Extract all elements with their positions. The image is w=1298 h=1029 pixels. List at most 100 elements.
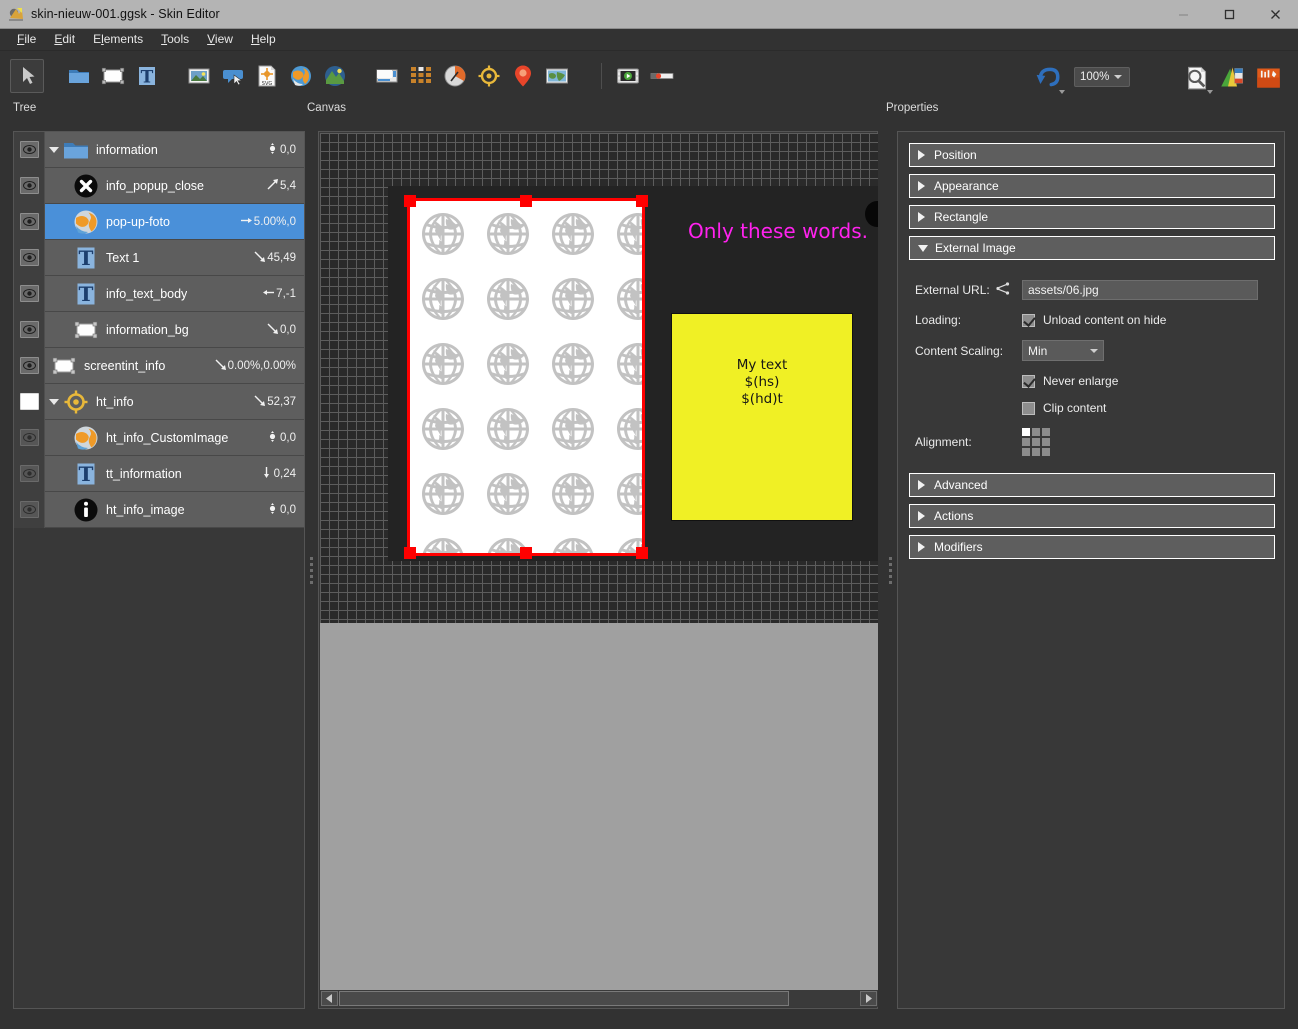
- visibility-toggle-cell[interactable]: [14, 455, 45, 492]
- menu-elements[interactable]: Elements: [84, 29, 152, 50]
- toolbox-button[interactable]: [1250, 59, 1286, 95]
- alignment-cell-top-right[interactable]: [1042, 428, 1050, 436]
- tree-row-information-bg[interactable]: information_bg 0,0: [14, 311, 304, 348]
- unload-content-checkbox-row[interactable]: Unload content on hide: [1022, 313, 1166, 327]
- visibility-toggle-cell[interactable]: [14, 131, 45, 168]
- visibility-toggle-cell[interactable]: [14, 419, 45, 456]
- content-scaling-select[interactable]: Min: [1022, 340, 1104, 361]
- canvas-viewport[interactable]: Only these words. My text $(hs) $(hd)t: [320, 133, 878, 991]
- section-advanced[interactable]: Advanced: [909, 473, 1275, 497]
- eye-icon[interactable]: [19, 249, 39, 266]
- select-tool[interactable]: [10, 59, 44, 93]
- eye-icon[interactable]: [19, 501, 39, 518]
- preview-dropdown-caret[interactable]: [1207, 90, 1213, 94]
- scrollbar-track[interactable]: [339, 991, 859, 1006]
- alignment-cell-bottom-center[interactable]: [1032, 448, 1040, 456]
- tree-row-text-1[interactable]: T Text 1 45,49: [14, 239, 304, 276]
- visibility-toggle-cell[interactable]: [14, 239, 45, 276]
- add-tooltip-icon[interactable]: [216, 59, 250, 93]
- external-url-input[interactable]: [1022, 280, 1258, 300]
- add-svg-icon[interactable]: SVG: [250, 59, 284, 93]
- alignment-cell-middle-center[interactable]: [1032, 438, 1040, 446]
- alignment-cell-top-left[interactable]: [1022, 428, 1030, 436]
- undo-dropdown-caret[interactable]: [1059, 90, 1065, 94]
- add-container-icon[interactable]: [62, 59, 96, 93]
- visibility-toggle-cell[interactable]: [14, 347, 45, 384]
- tree-row-information[interactable]: information 0,0: [14, 131, 304, 168]
- tree-row-ht-info-image[interactable]: ht_info_image 0,0: [14, 491, 304, 528]
- tree-row-pop-up-foto[interactable]: pop-up-foto 5.00%,0: [14, 203, 304, 240]
- resize-handle-sw[interactable]: [404, 547, 416, 559]
- add-external-image-icon[interactable]: [284, 59, 318, 93]
- preview-button[interactable]: [1178, 59, 1214, 95]
- canvas-horizontal-scrollbar[interactable]: [320, 990, 878, 1007]
- tree-row-info-text-body[interactable]: Tinfo_text_body 7,-1: [14, 275, 304, 312]
- visibility-toggle-cell[interactable]: [14, 203, 45, 240]
- visibility-toggle-cell[interactable]: [14, 311, 45, 348]
- eye-icon[interactable]: [19, 285, 39, 302]
- clip-content-checkbox-row[interactable]: Clip content: [1022, 401, 1106, 415]
- eye-icon[interactable]: [19, 213, 39, 230]
- add-marker-icon[interactable]: [506, 59, 540, 93]
- scroll-right-button[interactable]: [860, 991, 877, 1006]
- scroll-left-button[interactable]: [321, 991, 338, 1006]
- alignment-cell-bottom-right[interactable]: [1042, 448, 1050, 456]
- add-world-map-icon[interactable]: [540, 59, 574, 93]
- menu-edit[interactable]: Edit: [45, 29, 84, 50]
- visibility-toggle-cell[interactable]: [14, 383, 45, 420]
- zoom-level-combobox[interactable]: 100%: [1074, 67, 1130, 87]
- section-rectangle[interactable]: Rectangle: [909, 205, 1275, 229]
- resize-handle-nw[interactable]: [404, 195, 416, 207]
- disclosure-triangle-icon[interactable]: [45, 132, 63, 168]
- add-hotspot-icon[interactable]: [472, 59, 506, 93]
- link-expression-icon[interactable]: [996, 282, 1010, 298]
- minimize-button[interactable]: [1160, 0, 1206, 29]
- section-modifiers[interactable]: Modifiers: [909, 535, 1275, 559]
- eye-icon[interactable]: [19, 321, 39, 338]
- alignment-cell-middle-right[interactable]: [1042, 438, 1050, 446]
- eye-icon[interactable]: [19, 357, 39, 374]
- add-thumbnail-grid-icon[interactable]: [404, 59, 438, 93]
- clip-content-checkbox[interactable]: [1022, 401, 1035, 415]
- section-position[interactable]: Position: [909, 143, 1275, 167]
- pop-up-foto-element[interactable]: [404, 195, 648, 559]
- section-external-image[interactable]: External Image: [909, 236, 1275, 260]
- menu-view[interactable]: View: [198, 29, 242, 50]
- tree-row-ht-info[interactable]: ht_info 52,37: [14, 383, 304, 420]
- section-actions[interactable]: Actions: [909, 504, 1275, 528]
- tree-row-screentint-info[interactable]: screentint_info 0.00%,0.00%: [14, 347, 304, 384]
- eye-icon[interactable]: [19, 393, 39, 410]
- add-loading-bar-icon[interactable]: [370, 59, 404, 93]
- alignment-picker[interactable]: [1022, 428, 1050, 456]
- tree-row-info-popup-close[interactable]: info_popup_close 5,4: [14, 167, 304, 204]
- resize-handle-s[interactable]: [520, 547, 532, 559]
- add-compass-icon[interactable]: [438, 59, 472, 93]
- info-text-body-element[interactable]: Only these words.: [688, 219, 868, 243]
- alignment-cell-middle-left[interactable]: [1022, 438, 1030, 446]
- tree-row-tt-information[interactable]: Ttt_information 0,24: [14, 455, 304, 492]
- alignment-cell-bottom-left[interactable]: [1022, 448, 1030, 456]
- tree-row-ht-info-customimage[interactable]: ht_info_CustomImage 0,0: [14, 419, 304, 456]
- eye-icon[interactable]: [19, 429, 39, 446]
- close-button[interactable]: [1252, 0, 1298, 29]
- menu-help[interactable]: Help: [242, 29, 285, 50]
- alignment-cell-top-center[interactable]: [1032, 428, 1040, 436]
- eye-icon[interactable]: [19, 177, 39, 194]
- resize-handle-se[interactable]: [636, 547, 648, 559]
- add-rectangle-icon[interactable]: [96, 59, 130, 93]
- visibility-toggle-cell[interactable]: [14, 275, 45, 312]
- element-tree[interactable]: information 0,0 info_popup_close 5,4 pop-up-…: [14, 131, 304, 528]
- never-enlarge-checkbox-row[interactable]: Never enlarge: [1022, 374, 1118, 388]
- eye-icon[interactable]: [19, 465, 39, 482]
- scrollbar-thumb[interactable]: [339, 991, 789, 1006]
- menu-tools[interactable]: Tools: [152, 29, 198, 50]
- add-text-icon[interactable]: T: [130, 59, 164, 93]
- resize-handle-ne[interactable]: [636, 195, 648, 207]
- visibility-toggle-cell[interactable]: [14, 491, 45, 528]
- visibility-toggle-cell[interactable]: [14, 167, 45, 204]
- resize-handle-n[interactable]: [520, 195, 532, 207]
- unload-content-checkbox[interactable]: [1022, 313, 1035, 327]
- canvas-properties-splitter[interactable]: [884, 131, 897, 1009]
- add-image-icon[interactable]: [182, 59, 216, 93]
- disclosure-triangle-icon[interactable]: [45, 384, 63, 420]
